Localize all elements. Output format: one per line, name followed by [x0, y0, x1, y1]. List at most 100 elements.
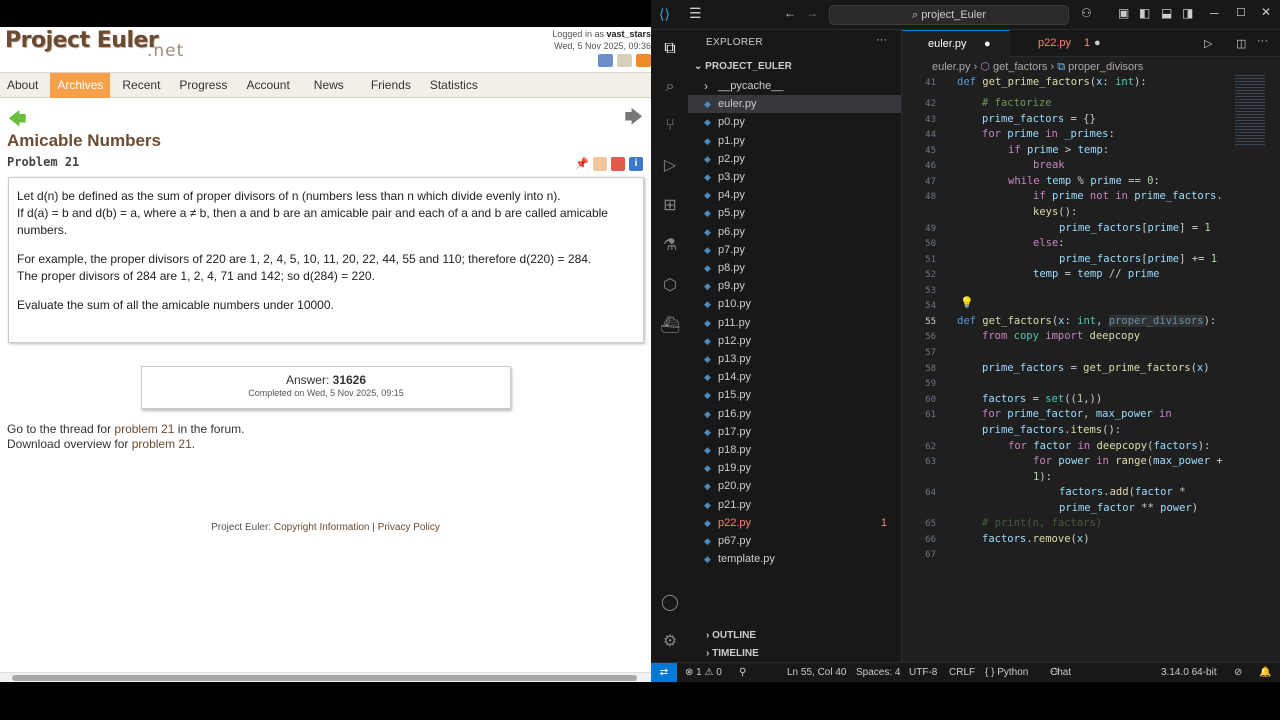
- search-view-icon[interactable]: ⌕: [660, 78, 680, 96]
- file-item[interactable]: ◆ p8.py: [688, 259, 901, 277]
- command-search[interactable]: ⌕ project_Euler: [829, 5, 1069, 25]
- download-link[interactable]: problem 21: [132, 437, 192, 451]
- copyright-link[interactable]: Copyright Information: [274, 522, 370, 533]
- lightbulb-icon[interactable]: 💡: [960, 296, 974, 309]
- add-friend-icon[interactable]: [598, 54, 613, 67]
- forum-link[interactable]: problem 21: [114, 422, 174, 436]
- file-item[interactable]: ◆ p12.py: [688, 332, 901, 350]
- file-item[interactable]: ◆ p3.py: [688, 168, 901, 186]
- python-interpreter[interactable]: 3.14.0 64-bit: [1161, 663, 1217, 682]
- notifications-bell-icon[interactable]: 🔔: [1259, 663, 1271, 682]
- rss-icon[interactable]: [636, 54, 651, 67]
- file-item[interactable]: ◆ p21.py: [688, 496, 901, 514]
- horizontal-scrollbar[interactable]: [0, 672, 651, 682]
- file-item[interactable]: ◆ p6.py: [688, 223, 901, 241]
- cursor-position[interactable]: Ln 55, Col 40: [787, 663, 847, 682]
- split-editor-icon[interactable]: ◫: [1236, 37, 1246, 50]
- scrollbar-thumb[interactable]: [12, 675, 637, 681]
- remote-icon[interactable]: ⇄: [651, 663, 677, 682]
- indentation[interactable]: Spaces: 4: [856, 663, 900, 682]
- run-debug-icon[interactable]: ▷: [660, 157, 680, 175]
- file-item[interactable]: ◆ p15.py: [688, 386, 901, 404]
- file-item[interactable]: ◆ p18.py: [688, 441, 901, 459]
- copilot-disabled-icon[interactable]: ⊘: [1234, 663, 1242, 682]
- file-item[interactable]: ◆ p14.py: [688, 368, 901, 386]
- file-item[interactable]: ◆ p7.py: [688, 241, 901, 259]
- nav-archives[interactable]: Archives: [50, 73, 111, 98]
- file-item[interactable]: ◆ p20.py: [688, 477, 901, 495]
- forward-arrow-icon[interactable]: →: [806, 6, 818, 20]
- maximize-icon[interactable]: ☐: [1236, 6, 1246, 19]
- file-item[interactable]: ◆ p22.py 1: [688, 514, 901, 532]
- file-item[interactable]: ◆ p0.py: [688, 113, 901, 131]
- project-folder[interactable]: ⌄ PROJECT_EULER: [694, 61, 792, 72]
- file-item[interactable]: ◆ p11.py: [688, 314, 901, 332]
- encoding[interactable]: UTF-8: [909, 663, 937, 682]
- outline-section[interactable]: › OUTLINE: [688, 627, 902, 645]
- site-logo[interactable]: Project Euler: [5, 28, 159, 53]
- nav-progress[interactable]: Progress: [172, 73, 234, 98]
- file-item[interactable]: ◆ p19.py: [688, 459, 901, 477]
- file-item[interactable]: ◆ euler.py: [688, 95, 901, 114]
- more-actions-icon[interactable]: ···: [876, 34, 887, 46]
- file-item[interactable]: ◆ p2.py: [688, 150, 901, 168]
- file-item[interactable]: ◆ p4.py: [688, 186, 901, 204]
- unsaved-dot-icon[interactable]: ●: [1094, 30, 1101, 57]
- layout-icon[interactable]: ▣: [1118, 6, 1129, 20]
- line-number: 61: [925, 410, 936, 420]
- language-mode[interactable]: { } Python: [985, 663, 1028, 682]
- run-icon[interactable]: ▷: [1204, 37, 1212, 50]
- file-item[interactable]: ◆ p67.py: [688, 532, 901, 550]
- breadcrumb-variable[interactable]: proper_divisors: [1068, 61, 1143, 73]
- toggle-panel-icon[interactable]: ⬓: [1161, 6, 1172, 20]
- explorer-icon[interactable]: ⧉: [660, 40, 680, 58]
- breadcrumb-file[interactable]: euler.py: [932, 61, 971, 73]
- nav-account[interactable]: Account: [239, 73, 296, 98]
- folder-item[interactable]: › __pycache__: [688, 77, 901, 95]
- nav-news[interactable]: News: [307, 73, 351, 98]
- file-item[interactable]: ◆ p16.py: [688, 405, 901, 423]
- minimize-icon[interactable]: ─: [1210, 6, 1219, 20]
- file-item[interactable]: ◆ p13.py: [688, 350, 901, 368]
- minimap[interactable]: [1235, 75, 1265, 145]
- file-item[interactable]: ◆ p1.py: [688, 132, 901, 150]
- remote-explorer-icon[interactable]: ⬡: [660, 277, 680, 295]
- close-icon[interactable]: ✕: [1261, 5, 1271, 19]
- nav-about[interactable]: About: [0, 73, 45, 98]
- account-icon[interactable]: ◯: [660, 594, 680, 612]
- nav-statistics[interactable]: Statistics: [423, 73, 485, 98]
- file-item[interactable]: ◆ template.py: [688, 550, 901, 568]
- editor-more-icon[interactable]: ···: [1257, 35, 1268, 47]
- extensions-icon[interactable]: ⊞: [660, 197, 680, 215]
- nav-recent[interactable]: Recent: [115, 73, 167, 98]
- pin-icon[interactable]: 📌: [575, 157, 589, 171]
- tab-p22-py[interactable]: p22.py 1 ●: [1012, 30, 1102, 57]
- image-icon[interactable]: [593, 157, 607, 171]
- breadcrumb-function[interactable]: get_factors: [993, 61, 1047, 73]
- tab-euler-py[interactable]: euler.py ●: [902, 30, 1010, 57]
- info-icon[interactable]: i: [629, 157, 643, 171]
- nav-friends[interactable]: Friends: [364, 73, 418, 98]
- next-problem-arrow-icon[interactable]: 🡆: [624, 105, 643, 135]
- docker-icon[interactable]: ⛴: [660, 317, 680, 335]
- problems-indicator[interactable]: ⊗ 1 ⚠ 0: [685, 663, 722, 682]
- timeline-section[interactable]: › TIMELINE: [688, 645, 902, 663]
- file-item[interactable]: ◆ p5.py: [688, 204, 901, 222]
- settings-gear-icon[interactable]: ⚙: [660, 633, 680, 651]
- copilot-icon[interactable]: ⚇: [1081, 6, 1092, 20]
- testing-icon[interactable]: ⚗: [660, 237, 680, 255]
- globe-icon[interactable]: [617, 54, 632, 67]
- debug-status-icon[interactable]: ⚲: [739, 663, 746, 682]
- unsaved-dot-icon[interactable]: ●: [984, 31, 991, 58]
- file-item[interactable]: ◆ p10.py: [688, 295, 901, 313]
- pdf-icon[interactable]: [611, 157, 625, 171]
- source-control-icon[interactable]: ⑂: [660, 117, 680, 135]
- toggle-sidebar-icon[interactable]: ◧: [1139, 6, 1150, 20]
- back-arrow-icon[interactable]: ←: [784, 6, 796, 20]
- menu-icon[interactable]: ☰: [689, 5, 702, 22]
- toggle-secondary-icon[interactable]: ◨: [1182, 6, 1193, 20]
- file-item[interactable]: ◆ p9.py: [688, 277, 901, 295]
- privacy-link[interactable]: Privacy Policy: [378, 522, 440, 533]
- file-item[interactable]: ◆ p17.py: [688, 423, 901, 441]
- line-ending[interactable]: CRLF: [949, 663, 975, 682]
